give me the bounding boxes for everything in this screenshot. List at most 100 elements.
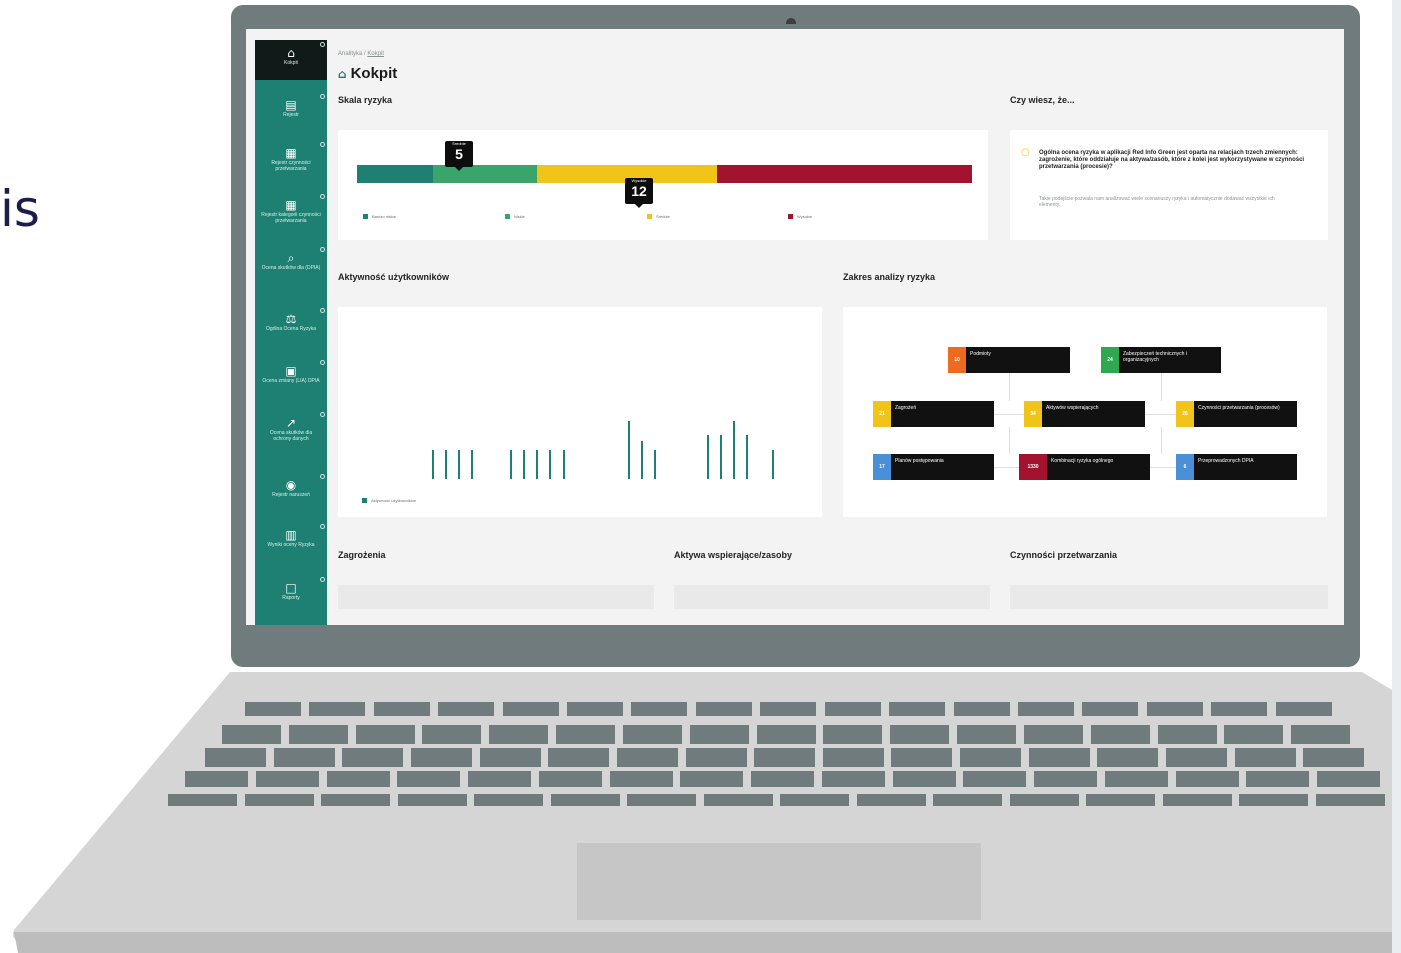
- activity-bar[interactable]: [510, 450, 512, 479]
- keyboard-key: [857, 794, 926, 806]
- activity-bar[interactable]: [471, 450, 473, 479]
- activity-bar[interactable]: [549, 450, 551, 479]
- keyboard-key: [1018, 702, 1074, 716]
- page-title-text: Kokpit: [350, 65, 398, 82]
- activity-bar[interactable]: [707, 435, 709, 479]
- legend-swatch: [362, 498, 367, 504]
- keyboard-key: [321, 794, 390, 806]
- keyboard-key: [245, 702, 301, 716]
- sidebar-item[interactable]: ▦ Rejestr kategorii czynności przetwarzan…: [255, 192, 327, 242]
- activity-bar[interactable]: [746, 435, 748, 479]
- risk-marker-value: 12: [631, 183, 647, 199]
- sidebar-item[interactable]: ▦ Rejestr czynności przetwarzania: [255, 140, 327, 184]
- sidebar-item[interactable]: ▥ Wyniki oceny Ryzyka: [255, 522, 327, 566]
- info-icon[interactable]: [320, 360, 325, 365]
- risk-scope-node[interactable]: 10 Podmioty: [948, 347, 1070, 373]
- risk-scale-panel: [338, 130, 988, 240]
- keyboard-key: [1166, 748, 1227, 767]
- keyboard-key: [757, 725, 816, 744]
- keyboard-key: [1291, 725, 1350, 744]
- keyboard-key: [754, 748, 815, 767]
- keyboard-key: [1097, 748, 1158, 767]
- keyboard-key: [567, 702, 623, 716]
- legend-swatch: [788, 214, 793, 220]
- info-icon[interactable]: [320, 94, 325, 99]
- keyboard-key: [760, 702, 816, 716]
- keyboard-key: [245, 794, 314, 806]
- keyboard-key: [1024, 725, 1083, 744]
- info-icon[interactable]: [320, 142, 325, 147]
- keyboard-key: [551, 794, 620, 806]
- sidebar-item[interactable]: ▤ Rejestr: [255, 92, 327, 132]
- risk-scope-node[interactable]: 17 Planów postępowania: [873, 454, 994, 480]
- breadcrumb-current[interactable]: Kokpit: [367, 51, 384, 57]
- info-icon[interactable]: [320, 308, 325, 313]
- sidebar-item[interactable]: ⚖ Ogólna Ocena Ryzyka: [255, 306, 327, 350]
- risk-scale-title: Skala ryzyka: [338, 95, 393, 105]
- activity-bar[interactable]: [445, 450, 447, 479]
- activity-bar[interactable]: [628, 421, 630, 479]
- sidebar-item[interactable]: ◉ Rejestr naruszeń: [255, 472, 327, 516]
- laptop-screen: ⌂ Kokpit ▤ Rejestr ▦ Rejestr czynności przetw…: [246, 29, 1344, 625]
- keyboard-key: [356, 725, 415, 744]
- sidebar-item[interactable]: ↗ Ocena skutków dla ochrony danych: [255, 410, 327, 462]
- activity-bar[interactable]: [733, 421, 735, 479]
- legend-label: Niskie: [514, 214, 525, 219]
- keyboard-key: [960, 748, 1021, 767]
- sidebar-item[interactable]: ⌕ Ocena skutków dla (DPIA): [255, 245, 327, 295]
- keyboard-key: [686, 748, 747, 767]
- activity-bar[interactable]: [641, 441, 643, 479]
- keyboard-key: [1235, 748, 1296, 767]
- keyboard-key: [1317, 771, 1380, 787]
- risk-scope-node[interactable]: 34 Aktywów wspierających: [1024, 401, 1145, 427]
- info-icon[interactable]: [320, 412, 325, 417]
- keyboard-key: [1246, 771, 1309, 787]
- risk-scope-node[interactable]: 21 Zagrożeń: [873, 401, 994, 427]
- keyboard-key: [1303, 748, 1364, 767]
- sidebar-item[interactable]: ⌂ Kokpit: [255, 40, 327, 80]
- sidebar-item[interactable]: ▣ Ocena zmiany (LIA) DPIA: [255, 358, 327, 402]
- activity-bar[interactable]: [720, 435, 722, 479]
- keyboard-key: [1034, 771, 1097, 787]
- activity-bar[interactable]: [432, 450, 434, 479]
- sidebar-item[interactable]: □ Raporty: [255, 575, 327, 615]
- risk-scope-node[interactable]: 6 Przeprowadzonych DPIA: [1176, 454, 1297, 480]
- info-icon[interactable]: [320, 247, 325, 252]
- risk-marker-average: Średnie 5: [445, 141, 473, 171]
- keyboard-key: [274, 748, 335, 767]
- risk-scale-bar: [357, 165, 972, 183]
- breadcrumb: Analityka / Kokpit: [338, 51, 384, 57]
- risk-scope-node[interactable]: 1330 Kombinacji ryzyka ogólnego: [1019, 454, 1150, 480]
- breadcrumb-root[interactable]: Analityka: [338, 51, 362, 57]
- keyboard-key: [1176, 771, 1239, 787]
- activity-bar[interactable]: [458, 450, 460, 479]
- info-icon[interactable]: [320, 42, 325, 47]
- risk-scope-node[interactable]: 24 Zabezpieczeń technicznych i organizacy…: [1101, 347, 1221, 373]
- scale-icon: ⚖: [285, 312, 297, 326]
- keyboard-key: [1163, 794, 1232, 806]
- keyboard-key: [411, 748, 472, 767]
- info-icon[interactable]: [320, 577, 325, 582]
- sidebar-item-label: Wyniki oceny Ryzyka: [267, 542, 315, 548]
- legend-swatch: [363, 214, 368, 220]
- activity-bar[interactable]: [523, 450, 525, 479]
- risk-segment-low: [357, 165, 433, 183]
- risk-marker-value: 5: [455, 146, 463, 162]
- report-icon: ▥: [285, 528, 297, 542]
- info-icon[interactable]: [320, 194, 325, 199]
- activity-bar[interactable]: [536, 450, 538, 479]
- grid-icon: ▣: [285, 364, 297, 378]
- risk-scope-node[interactable]: 26 Czynności przetwarzania (procesów): [1176, 401, 1297, 427]
- info-icon[interactable]: [320, 474, 325, 479]
- camera-notch: [786, 18, 796, 24]
- info-icon[interactable]: [320, 524, 325, 529]
- keyboard-key: [780, 794, 849, 806]
- activity-bar[interactable]: [654, 450, 656, 479]
- assets-table-header: [674, 585, 990, 609]
- keyboard-key: [327, 771, 390, 787]
- activity-bar[interactable]: [563, 450, 565, 479]
- risk-segment-critical: [717, 165, 972, 183]
- keyboard-key: [627, 794, 696, 806]
- keyboard-key: [617, 748, 678, 767]
- activity-bar[interactable]: [772, 450, 774, 479]
